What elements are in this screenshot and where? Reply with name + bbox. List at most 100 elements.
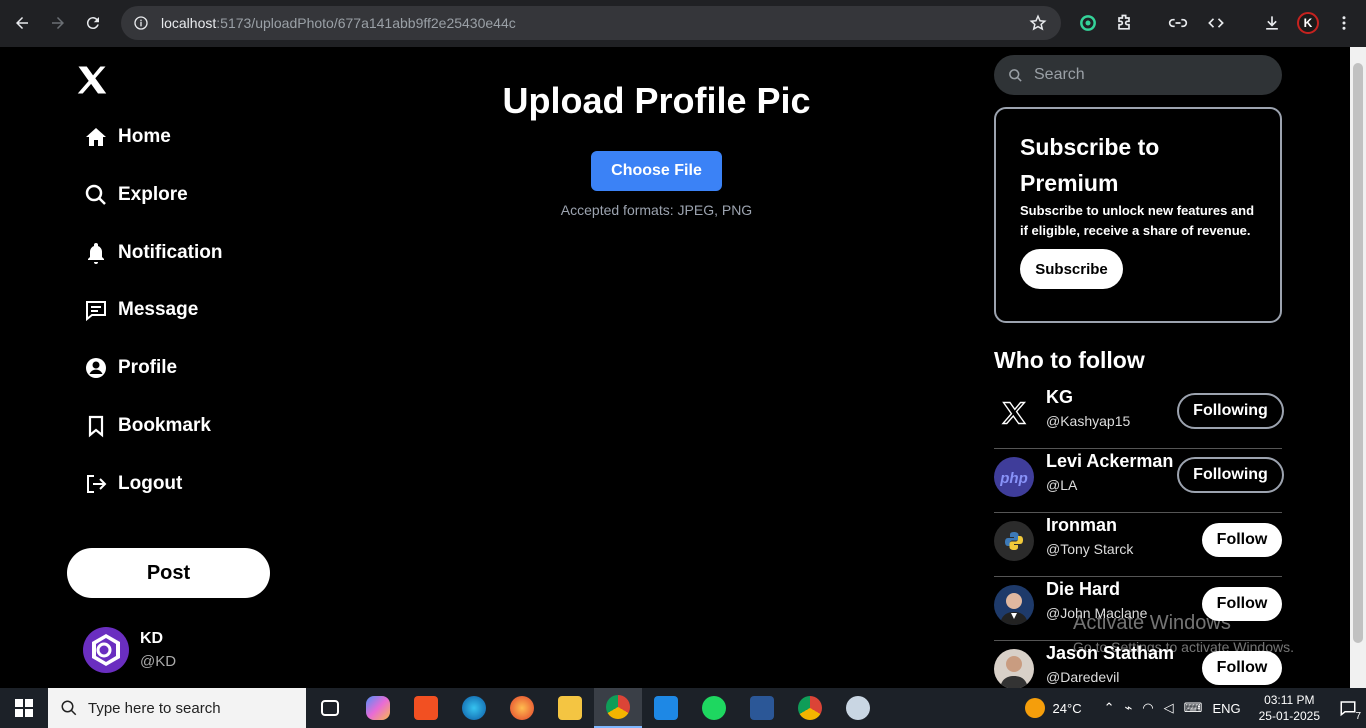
store-icon[interactable] [402, 688, 450, 728]
sidebar-item-message[interactable]: Message [84, 294, 198, 326]
sidebar-item-logout[interactable]: Logout [84, 468, 182, 500]
task-view-icon[interactable] [306, 688, 354, 728]
follow-name: Levi Ackerman [1046, 451, 1174, 471]
keyboard-icon[interactable]: ⌨ [1184, 700, 1203, 716]
bookmark-icon [88, 415, 104, 438]
choose-file-button[interactable]: Choose File [591, 151, 722, 191]
wifi-icon[interactable]: ◠ [1142, 700, 1153, 716]
list-item: php Levi Ackerman @LA Following [994, 449, 1284, 513]
taskbar-search[interactable]: Type here to search [48, 688, 306, 728]
firefox-icon[interactable] [498, 688, 546, 728]
page-scrollbar[interactable] [1350, 47, 1366, 688]
sidebar-item-bookmark[interactable]: Bookmark [84, 410, 211, 442]
clock-date: 25-01-2025 [1258, 709, 1320, 723]
clock-time: 03:11 PM [1264, 693, 1315, 707]
premium-card: Subscribe to Premium Subscribe to unlock… [994, 107, 1282, 323]
arrow-left-icon [16, 17, 28, 29]
arrow-right-icon [52, 17, 64, 29]
edge-icon[interactable] [450, 688, 498, 728]
spotify-icon[interactable] [690, 688, 738, 728]
user-icon [86, 358, 106, 378]
follow-button[interactable]: Follow [1202, 523, 1282, 557]
download-icon[interactable] [1261, 12, 1283, 34]
bell-icon [88, 243, 104, 264]
follow-name: Ironman [1046, 515, 1118, 535]
url-host: localhost [161, 15, 217, 31]
windows-taskbar: Type here to search 24°C ⌃ ⌁ ◠ ◁ ⌨ ENG 0… [0, 688, 1366, 728]
info-icon [134, 16, 148, 30]
back-button[interactable] [4, 5, 40, 41]
url-text: localhost:5173/uploadPhoto/677a141abb9ff… [161, 15, 516, 31]
sidebar-item-label: Logout [118, 473, 183, 494]
url-path: :5173/uploadPhoto/677a141abb9ff2e25430e4… [216, 15, 516, 31]
list-item: KG @Kashyap15 Following [994, 385, 1284, 449]
logout-icon [87, 475, 107, 493]
notification-center-icon[interactable]: 7 [1330, 688, 1366, 728]
puzzle-icon[interactable] [1113, 12, 1135, 34]
search-input[interactable] [1034, 66, 1264, 84]
avatar: php [994, 457, 1034, 497]
start-button[interactable] [0, 688, 48, 728]
windows-logo-icon [15, 699, 33, 717]
taskbar-search-placeholder: Type here to search [88, 699, 221, 717]
copilot-icon[interactable] [354, 688, 402, 728]
premium-text: Subscribe to unlock new features and if … [1020, 203, 1255, 238]
search-icon [1009, 68, 1022, 82]
search-icon [61, 700, 77, 716]
link-icon[interactable] [1167, 12, 1189, 34]
sidebar-item-label: Home [118, 126, 171, 147]
notification-icon [1340, 701, 1356, 717]
chrome-icon-active[interactable] [594, 688, 642, 728]
address-bar[interactable]: localhost:5173/uploadPhoto/677a141abb9ff… [121, 6, 1061, 40]
follow-name: Die Hard [1046, 579, 1121, 599]
language-indicator[interactable]: ENG [1212, 701, 1240, 716]
subscribe-button[interactable]: Subscribe [1020, 249, 1123, 289]
search-box[interactable] [994, 55, 1282, 95]
premium-title: Subscribe to Premium [1020, 134, 1160, 196]
forward-button[interactable] [40, 5, 76, 41]
reload-icon [86, 17, 99, 30]
word-icon[interactable] [738, 688, 786, 728]
reload-button[interactable] [75, 5, 111, 41]
chrome-icon[interactable] [786, 688, 834, 728]
who-to-follow-heading: Who to follow [994, 347, 1145, 373]
following-button[interactable]: Following [1177, 393, 1284, 429]
paint-icon[interactable] [834, 688, 882, 728]
bookmark-star-icon[interactable] [1029, 14, 1047, 32]
extension-icon[interactable] [1077, 12, 1099, 34]
circle-extension-icon [1080, 15, 1096, 31]
volume-icon[interactable]: ◁ [1164, 700, 1174, 716]
user-handle: @KD [140, 653, 177, 670]
sidebar-item-home[interactable]: Home [84, 121, 171, 153]
page: Home Explore Notification Message Profil… [0, 47, 1350, 688]
weather-temp[interactable]: 24°C [1053, 701, 1082, 716]
chevron-up-icon[interactable]: ⌃ [1104, 700, 1115, 716]
file-explorer-icon[interactable] [546, 688, 594, 728]
python-logo-icon [1005, 532, 1023, 550]
follow-button[interactable]: Follow [1202, 651, 1282, 685]
avatar [994, 649, 1034, 688]
weather-icon[interactable] [1024, 698, 1045, 718]
sidebar-item-label: Profile [118, 357, 178, 378]
svg-text:php: php [999, 470, 1028, 487]
sidebar-item-profile[interactable]: Profile [84, 352, 177, 384]
browser-profile-avatar[interactable]: K [1297, 12, 1319, 34]
follow-handle: @LA [1046, 477, 1078, 493]
csharp-logo-icon [92, 634, 120, 666]
avatar [994, 393, 1034, 433]
sidebar-item-notification[interactable]: Notification [84, 237, 223, 269]
sidebar-item-label: Bookmark [118, 415, 211, 436]
notification-count: 7 [1355, 711, 1361, 722]
x-logo-icon [1001, 401, 1027, 425]
network-icon[interactable]: ⌁ [1125, 700, 1133, 716]
avatar[interactable] [83, 627, 129, 673]
code-icon[interactable] [1205, 12, 1227, 34]
following-button[interactable]: Following [1177, 457, 1284, 493]
post-button[interactable]: Post [67, 548, 270, 598]
scrollbar-thumb[interactable] [1353, 63, 1363, 643]
clock[interactable]: 03:11 PM 25-01-2025 [1259, 692, 1320, 724]
user-name: KD [140, 630, 164, 647]
vscode-icon[interactable] [642, 688, 690, 728]
menu-dots-icon[interactable] [1335, 14, 1353, 32]
watermark-line1: Activate Windows [1073, 612, 1231, 634]
